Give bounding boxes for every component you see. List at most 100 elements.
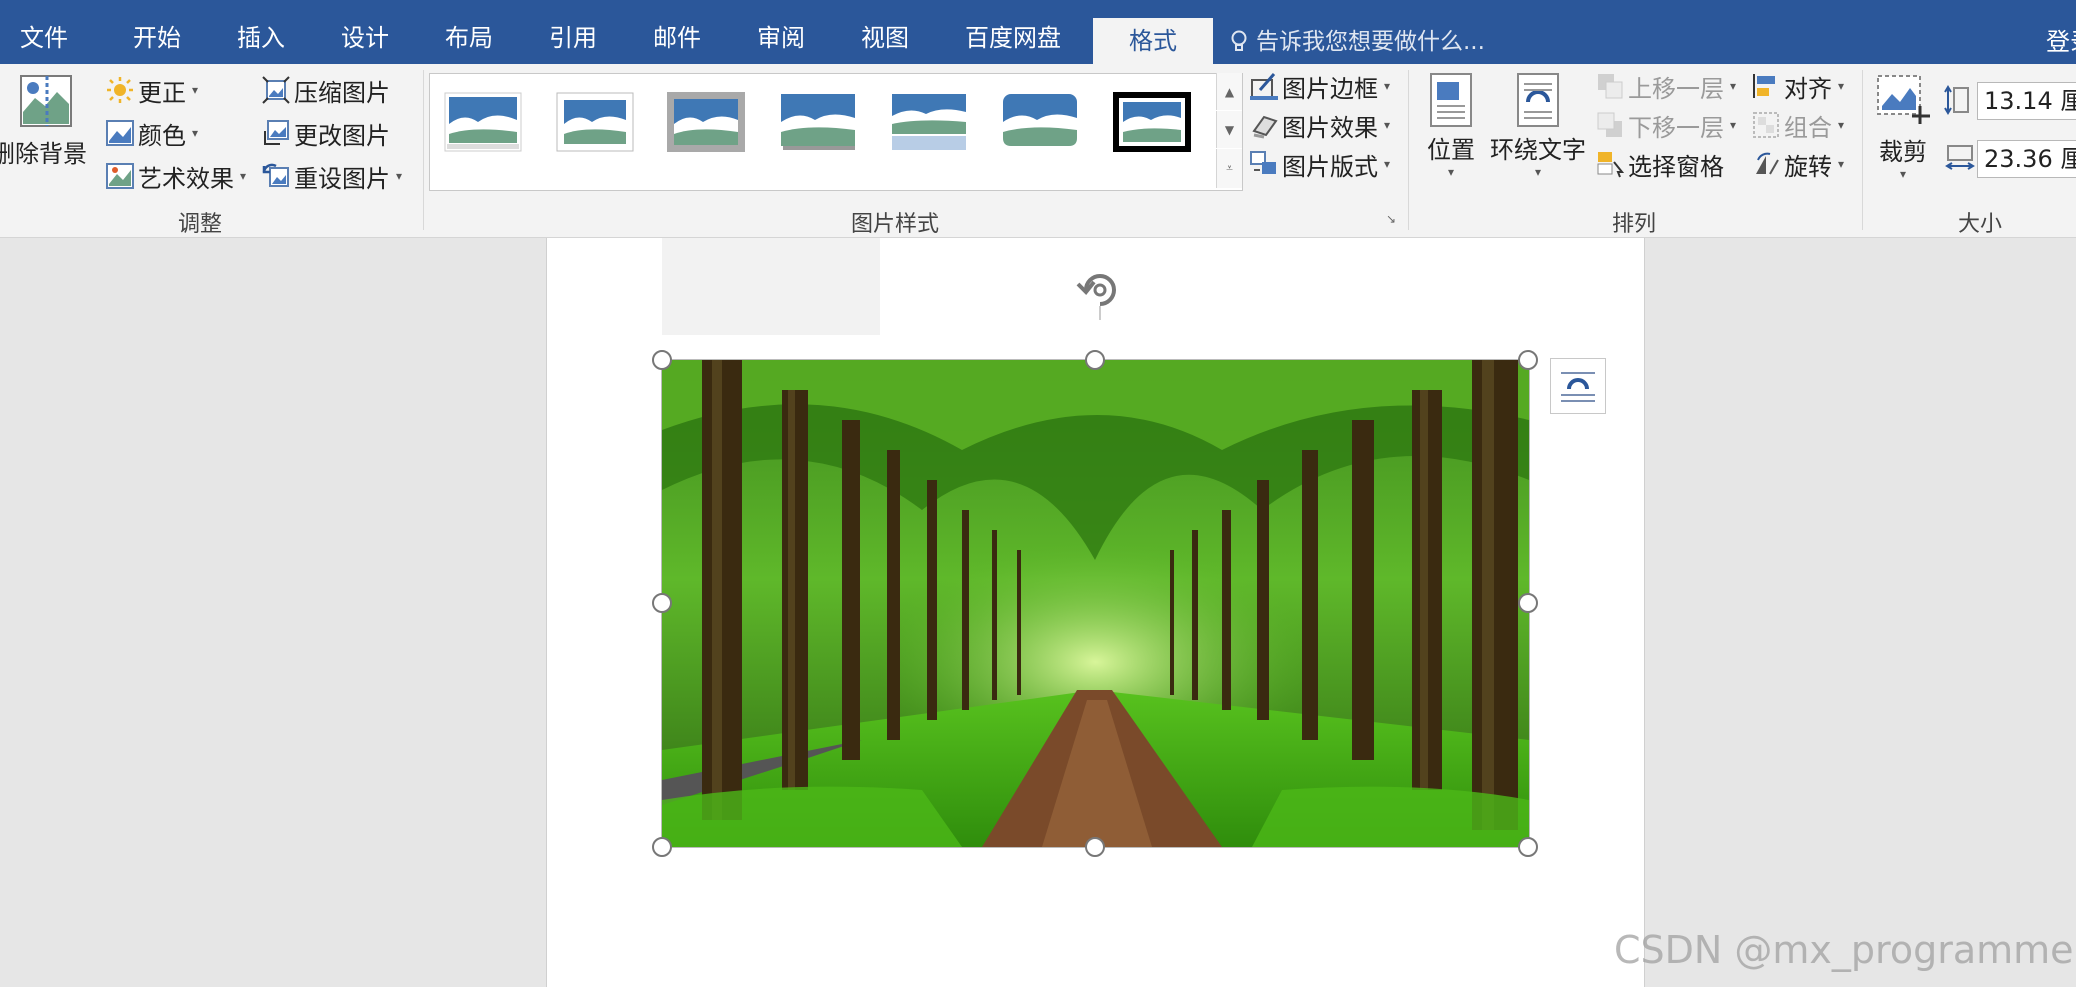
group-divider <box>1862 70 1863 230</box>
picture-style-thumbnail[interactable] <box>556 92 634 152</box>
bring-forward-icon <box>1598 74 1623 99</box>
bring-forward-button[interactable]: 上移一层 ▾ <box>1596 70 1737 103</box>
picture-border-button[interactable]: 图片边框 ▾ <box>1250 70 1391 103</box>
tell-me-search[interactable]: 告诉我您想要做什么... <box>1230 22 1485 56</box>
lightbulb-icon <box>1231 30 1247 51</box>
tab-design[interactable]: 设计 <box>341 18 389 53</box>
remove-background-icon <box>20 75 72 127</box>
picture-style-thumbnail[interactable] <box>779 92 857 152</box>
artistic-effects-icon <box>106 163 134 189</box>
compress-pictures-button[interactable]: 压缩图片 <box>262 74 390 107</box>
gallery-scroll-down-button[interactable]: ▼ <box>1216 111 1242 148</box>
artistic-effects-label: 艺术效果 <box>138 164 234 193</box>
tab-view[interactable]: 视图 <box>861 18 909 53</box>
picture-styles-gallery[interactable] <box>429 73 1243 191</box>
width-input[interactable]: 23.36 厘米 <box>1977 140 2076 178</box>
chevron-down-icon: ▾ <box>1838 118 1845 132</box>
resize-handle-top-right[interactable] <box>1518 350 1538 370</box>
chevron-down-icon: ▾ <box>192 83 199 97</box>
rotate-handle-icon[interactable] <box>1074 270 1126 320</box>
position-icon <box>1430 73 1472 127</box>
group-label-size: 大小 <box>1958 212 2003 237</box>
wrap-text-icon <box>1517 73 1559 127</box>
tell-me-text: 告诉我您想要做什么... <box>1256 29 1485 55</box>
change-picture-button[interactable]: 更改图片 <box>262 117 390 150</box>
align-label: 对齐 <box>1784 74 1832 103</box>
picture-effects-button[interactable]: 图片效果 ▾ <box>1250 109 1391 142</box>
compress-pictures-label: 压缩图片 <box>294 78 390 107</box>
tab-baidu-netdisk[interactable]: 百度网盘 <box>965 18 1061 53</box>
tab-mailings[interactable]: 邮件 <box>653 18 701 53</box>
group-label: 组合 <box>1784 113 1832 142</box>
wrap-text-button[interactable]: 环绕文字 ▾ <box>1490 72 1586 179</box>
align-button[interactable]: 对齐 ▾ <box>1752 70 1845 103</box>
chevron-down-icon: ▾ <box>1384 79 1391 93</box>
chevron-down-icon: ▾ <box>1838 79 1845 93</box>
selected-picture[interactable] <box>661 359 1530 848</box>
tab-review[interactable]: 审阅 <box>757 18 805 53</box>
tab-insert[interactable]: 插入 <box>237 18 285 53</box>
color-picture-icon <box>106 120 134 146</box>
picture-effects-icon <box>1252 115 1278 139</box>
rotate-label: 旋转 <box>1784 152 1832 181</box>
picture-style-thumbnail[interactable] <box>890 92 968 152</box>
dialog-launcher-icon[interactable]: ↘ <box>1386 212 1400 226</box>
gallery-scroll-up-button[interactable]: ▲ <box>1216 73 1242 110</box>
chevron-down-icon: ▾ <box>1384 157 1391 171</box>
group-button[interactable]: 组合 ▾ <box>1752 109 1845 142</box>
gallery-more-button[interactable]: ⩡ <box>1216 149 1242 188</box>
selection-pane-label: 选择窗格 <box>1628 152 1724 181</box>
tab-home[interactable]: 开始 <box>133 18 181 53</box>
crop-button[interactable]: 裁剪 ▾ <box>1870 72 1936 181</box>
chevron-down-icon: ▾ <box>1838 157 1845 171</box>
resize-handle-bottom-right[interactable] <box>1518 837 1538 857</box>
chevron-down-icon: ▾ <box>1730 118 1737 132</box>
login-link[interactable]: 登录 <box>2046 22 2076 57</box>
resize-handle-top-left[interactable] <box>652 350 672 370</box>
picture-style-thumbnail[interactable] <box>444 92 522 152</box>
compress-pictures-icon <box>262 76 290 104</box>
rotate-icon <box>1756 152 1779 175</box>
width-icon <box>1945 145 1975 170</box>
chevron-down-icon: ▾ <box>192 126 199 140</box>
picture-border-label: 图片边框 <box>1282 74 1378 103</box>
selection-pane-button[interactable]: 选择窗格 <box>1596 148 1724 181</box>
reset-picture-icon <box>262 163 289 187</box>
ribbon-format: 删除背景 更正 ▾ 颜色 ▾ 艺术效果 ▾ 压缩图片 更改图片 重设图片 ▾ 调整 ▲ … <box>0 64 2076 238</box>
send-backward-button[interactable]: 下移一层 ▾ <box>1596 109 1737 142</box>
layout-options-icon <box>1561 372 1595 402</box>
reset-picture-button[interactable]: 重设图片 ▾ <box>262 160 402 193</box>
tab-references[interactable]: 引用 <box>549 18 597 53</box>
layout-options-button[interactable] <box>1550 358 1606 414</box>
chevron-down-icon: ▾ <box>1899 167 1907 181</box>
resize-handle-bottom[interactable] <box>1085 837 1105 857</box>
tab-format[interactable]: 格式 <box>1093 18 1213 64</box>
tab-layout[interactable]: 布局 <box>445 18 493 53</box>
rotate-button[interactable]: 旋转 ▾ <box>1752 148 1845 181</box>
resize-handle-left[interactable] <box>652 593 672 613</box>
header-area <box>662 238 880 335</box>
picture-layout-button[interactable]: 图片版式 ▾ <box>1250 148 1391 181</box>
chevron-down-icon: ▾ <box>240 169 247 183</box>
color-button[interactable]: 颜色 ▾ <box>106 117 199 150</box>
picture-layout-label: 图片版式 <box>1282 152 1378 181</box>
corrections-button[interactable]: 更正 ▾ <box>106 74 199 107</box>
tab-file[interactable]: 文件 <box>20 18 68 53</box>
resize-handle-bottom-left[interactable] <box>652 837 672 857</box>
picture-style-thumbnail[interactable] <box>1113 92 1191 152</box>
corrections-label: 更正 <box>138 78 186 107</box>
height-input[interactable]: 13.14 厘米 <box>1977 82 2076 120</box>
change-picture-label: 更改图片 <box>294 121 390 150</box>
position-button[interactable]: 位置 ▾ <box>1422 72 1480 179</box>
chevron-down-icon: ▾ <box>1730 79 1737 93</box>
chevron-down-icon: ▾ <box>1384 118 1391 132</box>
resize-handle-top[interactable] <box>1085 350 1105 370</box>
remove-background-button[interactable]: 删除背景 <box>0 72 92 169</box>
resize-handle-right[interactable] <box>1518 593 1538 613</box>
send-backward-icon <box>1597 112 1622 137</box>
artistic-effects-button[interactable]: 艺术效果 ▾ <box>106 160 247 193</box>
picture-style-thumbnail[interactable] <box>1001 92 1079 152</box>
bring-forward-label: 上移一层 <box>1628 74 1724 103</box>
picture-style-thumbnail[interactable] <box>667 92 745 152</box>
height-icon <box>1944 85 1969 115</box>
